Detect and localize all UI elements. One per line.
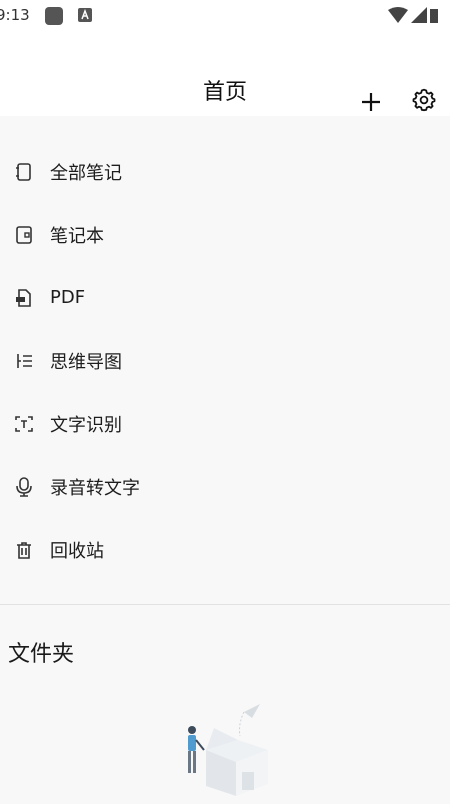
microphone-icon: [14, 476, 34, 497]
menu-item-mindmap[interactable]: 思维导图: [0, 329, 450, 392]
gear-icon: [412, 88, 436, 112]
menu-item-label: 全部笔记: [50, 162, 122, 184]
menu-item-trash[interactable]: 回收站: [0, 518, 450, 581]
signal-icon: [411, 7, 427, 23]
menu-item-label: 回收站: [50, 540, 104, 562]
menu-item-label: 思维导图: [50, 351, 122, 373]
battery-icon: [430, 9, 438, 23]
status-time: 9:13: [0, 6, 30, 24]
section-divider: [0, 604, 450, 605]
trash-icon: [14, 540, 34, 560]
menu-item-pdf[interactable]: PDF: [0, 266, 450, 329]
menu-item-label: 录音转文字: [50, 477, 140, 499]
menu-item-label: PDF: [50, 287, 86, 308]
text-scan-icon: [14, 414, 34, 434]
menu-item-label: 文字识别: [50, 414, 122, 436]
add-button[interactable]: [357, 88, 385, 116]
notification-app-icon: [45, 7, 63, 25]
menu-item-label: 笔记本: [50, 225, 104, 247]
menu-item-notebooks[interactable]: 笔记本: [0, 203, 450, 266]
menu-item-text-recognition[interactable]: 文字识别: [0, 392, 450, 455]
status-indicators: [388, 7, 438, 23]
notebook-icon: [14, 162, 34, 182]
settings-button[interactable]: [410, 86, 438, 114]
menu-item-voice-to-text[interactable]: 录音转文字: [0, 455, 450, 518]
main-menu: 全部笔记 笔记本 PDF 思维导图 文字识别 录音转文字 回收站: [0, 140, 450, 581]
notification-a-icon: [78, 8, 92, 22]
mindmap-icon: [14, 351, 34, 371]
empty-folder-illustration: [178, 698, 278, 800]
status-bar: 9:13: [0, 0, 450, 34]
menu-item-all-notes[interactable]: 全部笔记: [0, 140, 450, 203]
pdf-file-icon: [14, 288, 34, 308]
app-header: 首页: [0, 34, 450, 116]
book-icon: [14, 225, 34, 245]
folders-section-title: 文件夹: [8, 642, 75, 667]
plus-icon: [362, 93, 380, 111]
wifi-icon: [388, 7, 408, 23]
